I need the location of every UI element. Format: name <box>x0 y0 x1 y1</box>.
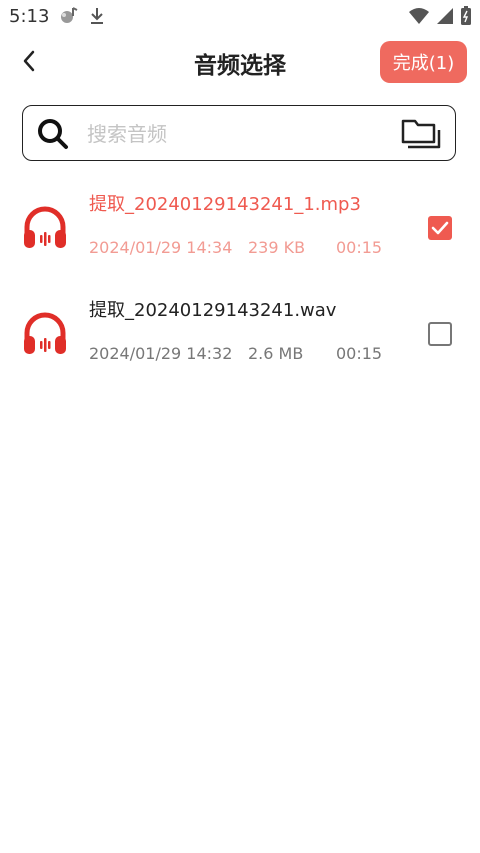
search-input[interactable] <box>85 116 389 152</box>
status-time: 5:13 <box>9 6 50 27</box>
headphones-icon <box>22 204 68 254</box>
file-name: 提取_20240129143241_1.mp3 <box>89 194 361 215</box>
search-box[interactable] <box>22 105 456 161</box>
file-date: 2024/01/29 14:32 <box>89 344 233 363</box>
folder-icon[interactable] <box>401 118 441 154</box>
file-name: 提取_20240129143241.wav <box>89 300 337 321</box>
status-bar: 5:13 <box>0 0 480 34</box>
checkbox-unchecked[interactable] <box>428 322 452 346</box>
download-icon <box>88 6 106 30</box>
wifi-icon <box>408 7 430 29</box>
search-icon[interactable] <box>37 118 69 154</box>
list-item[interactable]: 提取_20240129143241_1.mp3 2024/01/29 14:34… <box>0 180 480 284</box>
file-size: 239 KB <box>248 238 306 257</box>
signal-icon <box>436 7 454 29</box>
file-date: 2024/01/29 14:34 <box>89 238 233 257</box>
file-duration: 00:15 <box>336 344 383 363</box>
headphones-icon <box>22 310 68 360</box>
battery-icon <box>460 6 472 30</box>
file-size: 2.6 MB <box>248 344 304 363</box>
file-duration: 00:15 <box>336 238 383 257</box>
header: 音频选择 完成(1) <box>0 34 480 90</box>
checkbox-icon <box>428 221 452 244</box>
checkbox-checked[interactable] <box>428 216 452 240</box>
done-button[interactable]: 完成(1) <box>380 41 467 83</box>
notification-icon <box>58 6 80 30</box>
list-item[interactable]: 提取_20240129143241.wav 2024/01/29 14:32 2… <box>0 286 480 390</box>
